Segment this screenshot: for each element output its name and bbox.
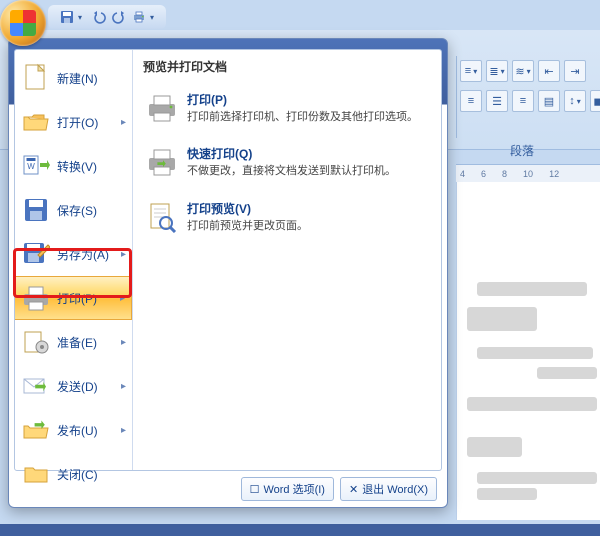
convert-icon: W [21, 151, 51, 181]
close-folder-icon [21, 459, 51, 489]
exit-word-button[interactable]: ✕ 退出 Word(X) [340, 477, 437, 501]
ribbon-group-separator [456, 56, 457, 138]
print-option-quick-print[interactable]: 快速打印(Q) 不做更改，直接将文档发送到默认打印机。 [143, 139, 431, 193]
menu-label: 发布(U) [57, 422, 98, 439]
print-preview-icon [145, 200, 179, 234]
submenu-arrow-icon: ▸ [121, 337, 126, 348]
menu-label: 保存(S) [57, 202, 97, 219]
multilevel-list-button[interactable]: ≋ [512, 60, 534, 82]
number-list-button[interactable]: ≣ [486, 60, 508, 82]
menu-label: 关闭(C) [57, 466, 98, 483]
bullet-list-button[interactable]: ≡ [460, 60, 482, 82]
indent-decrease-button[interactable]: ⇤ [538, 60, 560, 82]
print-option-print[interactable]: 打印(P) 打印前选择打印机、打印份数及其他打印选项。 [143, 85, 431, 139]
print-option-preview[interactable]: 打印预览(V) 打印前预览并更改页面。 [143, 194, 431, 248]
menu-item-convert[interactable]: W 转换(V) [15, 144, 132, 188]
menu-item-send[interactable]: 发送(D) ▸ [15, 364, 132, 408]
menu-item-publish[interactable]: 发布(U) ▸ [15, 408, 132, 452]
indent-increase-button[interactable]: ⇥ [564, 60, 586, 82]
shading-button[interactable]: ◼ [590, 90, 600, 112]
document-area[interactable] [456, 182, 600, 520]
menu-item-save[interactable]: 保存(S) [15, 188, 132, 232]
ribbon-group-label: 段落 [510, 142, 534, 159]
office-menu-footer: ☐ Word 选项(I) ✕ 退出 Word(X) [241, 477, 437, 501]
exit-word-label: 退出 Word(X) [362, 481, 428, 497]
ruler[interactable]: 4 6 8 10 12 [456, 164, 600, 182]
line-spacing-button[interactable]: ↕ [564, 90, 586, 112]
status-bar [0, 524, 600, 536]
print-option-desc: 打印前选择打印机、打印份数及其他打印选项。 [187, 110, 418, 125]
right-panel-header: 预览并打印文档 [143, 58, 431, 75]
quick-print-icon[interactable] [130, 8, 148, 26]
submenu-arrow-icon: ▸ [120, 293, 125, 304]
send-icon [21, 371, 51, 401]
printer-icon [145, 91, 179, 125]
submenu-arrow-icon: ▸ [121, 117, 126, 128]
menu-label: 新建(N) [57, 70, 98, 87]
publish-icon [21, 415, 51, 445]
submenu-arrow-icon: ▸ [121, 425, 126, 436]
new-doc-icon [21, 63, 51, 93]
print-option-title: 快速打印(Q) [187, 145, 396, 162]
svg-text:W: W [27, 162, 35, 171]
undo-icon[interactable] [90, 8, 108, 26]
office-menu-left-list: 新建(N) 打开(O) ▸ W 转换(V) 保存(S) [15, 50, 133, 470]
submenu-arrow-icon: ▸ [121, 249, 126, 260]
save-as-icon [21, 239, 51, 269]
redo-icon[interactable] [110, 8, 128, 26]
print-option-desc: 不做更改，直接将文档发送到默认打印机。 [187, 164, 396, 179]
align-left-button[interactable]: ≡ [460, 90, 482, 112]
ruler-tick: 8 [502, 169, 507, 179]
ruler-tick: 6 [481, 169, 486, 179]
qat-customize-dropdown[interactable]: ▾ [150, 13, 160, 22]
ruler-tick: 10 [523, 169, 533, 179]
align-center-button[interactable]: ☰ [486, 90, 508, 112]
menu-item-open[interactable]: 打开(O) ▸ [15, 100, 132, 144]
ribbon-paragraph-tools-row2: ≡ ☰ ≡ ▤ ↕ ◼ [460, 90, 600, 112]
menu-label: 打印(P) [57, 290, 97, 307]
ruler-tick: 12 [549, 169, 559, 179]
menu-label: 转换(V) [57, 158, 97, 175]
align-right-button[interactable]: ≡ [512, 90, 534, 112]
folder-open-icon [21, 107, 51, 137]
menu-label: 准备(E) [57, 334, 97, 351]
word-options-label: Word 选项(I) [263, 481, 325, 497]
printer-icon [21, 283, 51, 313]
quick-printer-icon [145, 145, 179, 179]
ribbon-paragraph-tools: ≡ ≣ ≋ ⇤ ⇥ [460, 60, 586, 82]
office-menu: 新建(N) 打开(O) ▸ W 转换(V) 保存(S) [8, 38, 448, 508]
menu-label: 发送(D) [57, 378, 98, 395]
print-option-desc: 打印前预览并更改页面。 [187, 219, 308, 234]
menu-item-save-as[interactable]: 另存为(A) ▸ [15, 232, 132, 276]
menu-item-new[interactable]: 新建(N) [15, 56, 132, 100]
qat-dropdown-1[interactable]: ▾ [78, 13, 88, 22]
save-disk-icon [21, 195, 51, 225]
options-icon: ☐ [250, 483, 260, 496]
quick-access-toolbar: ▾ ▾ [48, 5, 166, 29]
menu-label: 另存为(A) [57, 246, 109, 263]
office-button[interactable] [0, 0, 46, 46]
print-option-title: 打印预览(V) [187, 200, 308, 217]
ruler-tick: 4 [460, 169, 465, 179]
menu-label: 打开(O) [57, 114, 98, 131]
word-options-button[interactable]: ☐ Word 选项(I) [241, 477, 334, 501]
save-icon[interactable] [58, 8, 76, 26]
office-logo-icon [10, 10, 36, 36]
prepare-icon [21, 327, 51, 357]
close-icon: ✕ [349, 483, 358, 496]
menu-item-print[interactable]: 打印(P) ▸ [15, 276, 132, 320]
menu-item-prepare[interactable]: 准备(E) ▸ [15, 320, 132, 364]
print-option-title: 打印(P) [187, 91, 418, 108]
menu-item-close[interactable]: 关闭(C) [15, 452, 132, 496]
office-menu-right-panel: 预览并打印文档 打印(P) 打印前选择打印机、打印份数及其他打印选项。 快速打印… [133, 50, 441, 470]
align-justify-button[interactable]: ▤ [538, 90, 560, 112]
submenu-arrow-icon: ▸ [121, 381, 126, 392]
